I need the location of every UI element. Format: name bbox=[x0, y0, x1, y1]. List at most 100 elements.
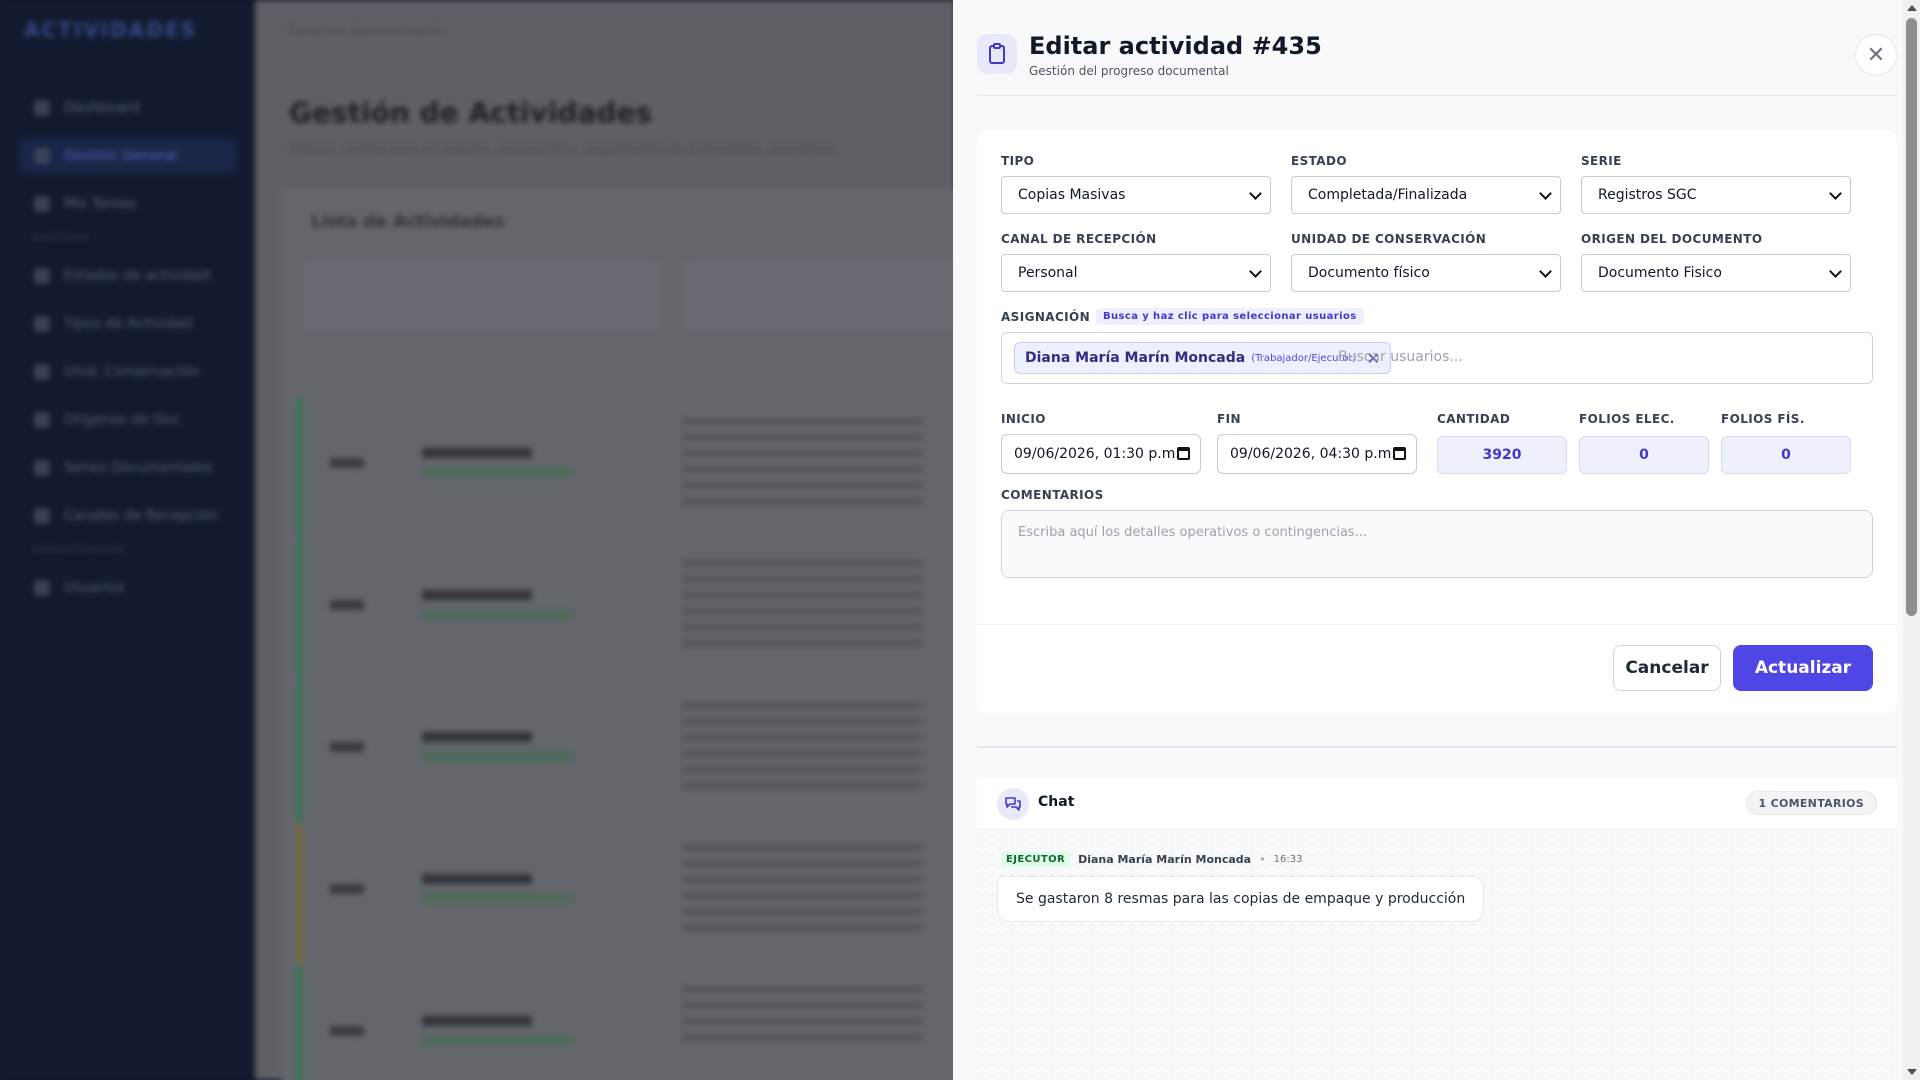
box-icon bbox=[34, 364, 50, 380]
inicio-datetime[interactable]: 09/06/2026, 01:30 p.m. bbox=[1001, 434, 1201, 474]
sidebar-section-admin: ADMINISTRACIÓN bbox=[32, 546, 125, 556]
comentarios-label: COMENTARIOS bbox=[1001, 488, 1104, 502]
chat-messages: EJECUTOR Diana María Marín Moncada • 16:… bbox=[977, 830, 1897, 1080]
tipo-label: TIPO bbox=[1001, 154, 1035, 168]
home-icon bbox=[34, 100, 50, 116]
fin-label: FIN bbox=[1217, 412, 1241, 426]
status-icon bbox=[34, 268, 50, 284]
folder-icon bbox=[34, 460, 50, 476]
chip-user-name: Diana María Marín Moncada bbox=[1025, 350, 1246, 366]
message-time: 16:33 bbox=[1273, 854, 1303, 865]
origen-label: ORIGEN DEL DOCUMENTO bbox=[1581, 232, 1763, 246]
calendar-icon[interactable] bbox=[1177, 447, 1190, 460]
message-author: Diana María Marín Moncada bbox=[1078, 853, 1252, 866]
asignacion-label: ASIGNACIÓN Busca y haz clic para selecci… bbox=[1001, 308, 1364, 325]
update-button[interactable]: Actualizar bbox=[1733, 645, 1873, 691]
message-bubble: Se gastaron 8 resmas para las copias de … bbox=[997, 876, 1485, 922]
edit-activity-panel: Editar actividad #435 Gestión del progre… bbox=[953, 0, 1920, 1080]
sidebar-item-series[interactable]: Series Documentales bbox=[18, 450, 238, 486]
assignment-box[interactable]: Diana María Marín Moncada (Trabajador/Ej… bbox=[1001, 332, 1873, 384]
estado-select[interactable]: Completada/Finalizada bbox=[1291, 176, 1561, 214]
users-icon bbox=[34, 580, 50, 596]
estado-label: ESTADO bbox=[1291, 154, 1347, 168]
folios-fis-input[interactable]: 0 bbox=[1721, 436, 1851, 474]
chevron-down-icon bbox=[1829, 187, 1842, 200]
folios-fis-label: FOLIOS FÍS. bbox=[1721, 412, 1805, 426]
breadcrumb: Panel de Administración bbox=[289, 24, 446, 39]
unidad-label: UNIDAD DE CONSERVACIÓN bbox=[1291, 232, 1487, 246]
chat-section: Chat 1 COMENTARIOS EJECUTOR Diana María … bbox=[977, 778, 1897, 1080]
inicio-label: INICIO bbox=[1001, 412, 1046, 426]
scrollbar-thumb[interactable] bbox=[1906, 18, 1917, 616]
scrollbar[interactable] bbox=[1903, 0, 1920, 1080]
list-title: Lista de Actividades bbox=[311, 212, 505, 232]
sidebar-section-maestros: MAESTROS bbox=[32, 234, 90, 244]
table-row[interactable] bbox=[297, 824, 977, 964]
origen-select[interactable]: Documento Fisico bbox=[1581, 254, 1851, 292]
scroll-up-icon[interactable] bbox=[1907, 5, 1917, 11]
message-meta: EJECUTOR Diana María Marín Moncada • 16:… bbox=[1001, 852, 1302, 867]
tag-icon bbox=[34, 316, 50, 332]
canal-label: CANAL DE RECEPCIÓN bbox=[1001, 232, 1157, 246]
tipo-select[interactable]: Copias Masivas bbox=[1001, 176, 1271, 214]
canal-select[interactable]: Personal bbox=[1001, 254, 1271, 292]
clipboard-icon bbox=[977, 34, 1017, 74]
sidebar-item-canales[interactable]: Canales de Recepción bbox=[18, 498, 238, 534]
source-icon bbox=[34, 412, 50, 428]
close-button[interactable]: ✕ bbox=[1855, 34, 1897, 76]
brand-logo: ACTIVIDADES bbox=[24, 18, 197, 42]
page-title: Gestión de Actividades bbox=[289, 96, 653, 129]
chevron-down-icon bbox=[1539, 187, 1552, 200]
table-row[interactable] bbox=[297, 540, 977, 680]
sidebar-item-estados[interactable]: Estados de actividad bbox=[18, 258, 238, 294]
serie-select[interactable]: Registros SGC bbox=[1581, 176, 1851, 214]
user-search-input[interactable] bbox=[1338, 349, 1838, 365]
chat-header: Chat 1 COMENTARIOS bbox=[977, 778, 1897, 830]
chat-title: Chat bbox=[1038, 794, 1075, 810]
main-content: Panel de Administración Gestión de Activ… bbox=[255, 0, 1041, 1080]
activities-list-card: Lista de Actividades bbox=[281, 188, 1041, 1080]
inbox-icon bbox=[34, 508, 50, 524]
serie-label: SERIE bbox=[1581, 154, 1622, 168]
cantidad-input[interactable]: 3920 bbox=[1437, 436, 1567, 474]
modal-header: Editar actividad #435 Gestión del progre… bbox=[977, 30, 1897, 96]
form-footer: Cancelar Actualizar bbox=[977, 624, 1897, 714]
folios-elec-input[interactable]: 0 bbox=[1579, 436, 1709, 474]
calendar-icon[interactable] bbox=[1393, 447, 1406, 460]
sidebar-item-origenes[interactable]: Orígenes de Doc bbox=[18, 402, 238, 438]
filter-field[interactable] bbox=[301, 260, 661, 330]
chevron-down-icon bbox=[1539, 265, 1552, 278]
unidad-select[interactable]: Documento físico bbox=[1291, 254, 1561, 292]
tasks-icon bbox=[34, 196, 50, 212]
close-icon: ✕ bbox=[1866, 42, 1886, 67]
chevron-down-icon bbox=[1249, 265, 1262, 278]
table-row[interactable] bbox=[297, 966, 977, 1080]
sidebar-item-usuarios[interactable]: Usuarios bbox=[18, 570, 238, 606]
chat-bubbles-icon bbox=[997, 788, 1029, 820]
chevron-down-icon bbox=[1829, 265, 1842, 278]
table-row[interactable] bbox=[297, 682, 977, 822]
cantidad-label: CANTIDAD bbox=[1437, 412, 1511, 426]
table-row[interactable] bbox=[297, 398, 977, 538]
scroll-down-icon[interactable] bbox=[1907, 1069, 1917, 1075]
sidebar-item-mis-tareas[interactable]: Mis Tareas bbox=[18, 186, 238, 222]
comentarios-textarea[interactable] bbox=[1001, 510, 1873, 578]
activity-form: TIPO Copias Masivas ESTADO Completada/Fi… bbox=[977, 130, 1897, 714]
assigned-user-chip: Diana María Marín Moncada (Trabajador/Ej… bbox=[1014, 342, 1391, 374]
chevron-down-icon bbox=[1249, 187, 1262, 200]
sidebar: ACTIVIDADES Dashboard Gestión General Mi… bbox=[0, 0, 255, 1080]
grid-icon bbox=[34, 148, 50, 164]
asignacion-hint: Busca y haz clic para seleccionar usuari… bbox=[1096, 308, 1364, 325]
folios-elec-label: FOLIOS ELEC. bbox=[1579, 412, 1675, 426]
modal-subtitle: Gestión del progreso documental bbox=[1029, 64, 1229, 78]
section-divider bbox=[977, 746, 1897, 748]
sidebar-item-unidades[interactable]: Unid. Conservación bbox=[18, 354, 238, 390]
sidebar-item-tipos[interactable]: Tipos de Actividad bbox=[18, 306, 238, 342]
modal-title: Editar actividad #435 bbox=[1029, 32, 1322, 60]
sidebar-item-dashboard[interactable]: Dashboard bbox=[18, 90, 238, 126]
cancel-button[interactable]: Cancelar bbox=[1613, 645, 1721, 691]
sidebar-item-gestion-general[interactable]: Gestión General bbox=[18, 138, 238, 174]
fin-datetime[interactable]: 09/06/2026, 04:30 p.m. bbox=[1217, 434, 1417, 474]
meta-separator: • bbox=[1259, 853, 1266, 866]
comment-count-badge: 1 COMENTARIOS bbox=[1745, 791, 1877, 815]
